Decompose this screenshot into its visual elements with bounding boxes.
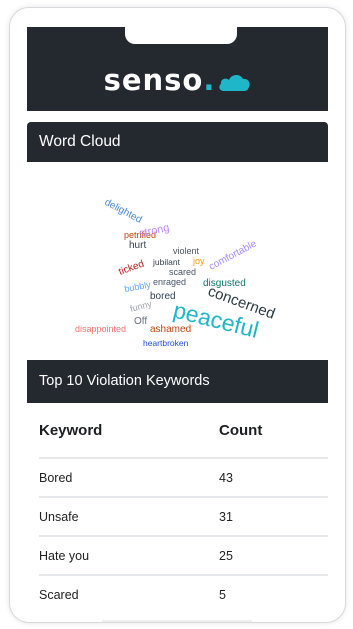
violations-table: Keyword Count Bored 43 Unsafe 31 Hate yo…: [39, 403, 328, 613]
table-row: Scared 5: [39, 576, 328, 613]
column-header-count: Count: [219, 421, 263, 439]
app-screen: senso. Word Cloud delighted petrified hu…: [27, 27, 328, 622]
word-cloud-word: hurt: [129, 240, 146, 251]
table-header-row: Keyword Count: [39, 403, 328, 459]
table-row: Bored 43: [39, 459, 328, 498]
phone-notch: [125, 27, 237, 44]
table-row: Unsafe 31: [39, 498, 328, 537]
word-cloud-word: heartbroken: [143, 338, 189, 348]
word-cloud-word: Off: [134, 316, 147, 327]
senso-logo: senso.: [27, 63, 328, 99]
word-cloud-word: disappointed: [75, 324, 126, 334]
keyword-cell: Bored: [39, 470, 73, 485]
count-cell: 25: [219, 548, 233, 563]
keyword-cell: Scared: [39, 587, 79, 602]
violations-header: Top 10 Violation Keywords: [27, 360, 328, 403]
table-row: Hate you 25: [39, 537, 328, 576]
keyword-cell: Unsafe: [39, 509, 79, 524]
word-cloud-word: ashamed: [150, 324, 191, 335]
word-cloud-word: ticked: [117, 259, 145, 278]
word-cloud-panel: delighted petrified hurt violent comfort…: [27, 162, 328, 360]
bottom-divider: [102, 620, 252, 622]
cloud-icon: [217, 65, 251, 99]
word-cloud-word: bubbly: [124, 279, 152, 294]
app-header: senso.: [27, 27, 328, 111]
keyword-cell: Hate you: [39, 548, 90, 563]
logo-text: senso: [103, 63, 204, 97]
violations-title: Top 10 Violation Keywords: [39, 373, 210, 389]
word-cloud-word: violent: [173, 246, 200, 256]
word-cloud-word: enraged: [153, 277, 186, 287]
word-cloud-header: Word Cloud: [27, 122, 328, 162]
word-cloud-word: delighted: [103, 197, 144, 226]
word-cloud-word: jubilant: [152, 257, 181, 267]
word-cloud-word: bored: [150, 291, 176, 302]
word-cloud-word: comfortable: [207, 238, 259, 272]
count-cell: 31: [219, 509, 233, 524]
logo-dot: .: [203, 63, 216, 97]
word-cloud-title: Word Cloud: [39, 133, 121, 150]
word-cloud-image: delighted petrified hurt violent comfort…: [75, 197, 277, 348]
column-header-keyword: Keyword: [39, 421, 103, 439]
count-cell: 5: [219, 587, 226, 602]
word-cloud-word: scared: [169, 267, 196, 277]
phone-frame: senso. Word Cloud delighted petrified hu…: [9, 7, 346, 623]
word-cloud-word: funny: [129, 298, 153, 313]
word-cloud-word: joy: [192, 256, 205, 266]
count-cell: 43: [219, 470, 233, 485]
